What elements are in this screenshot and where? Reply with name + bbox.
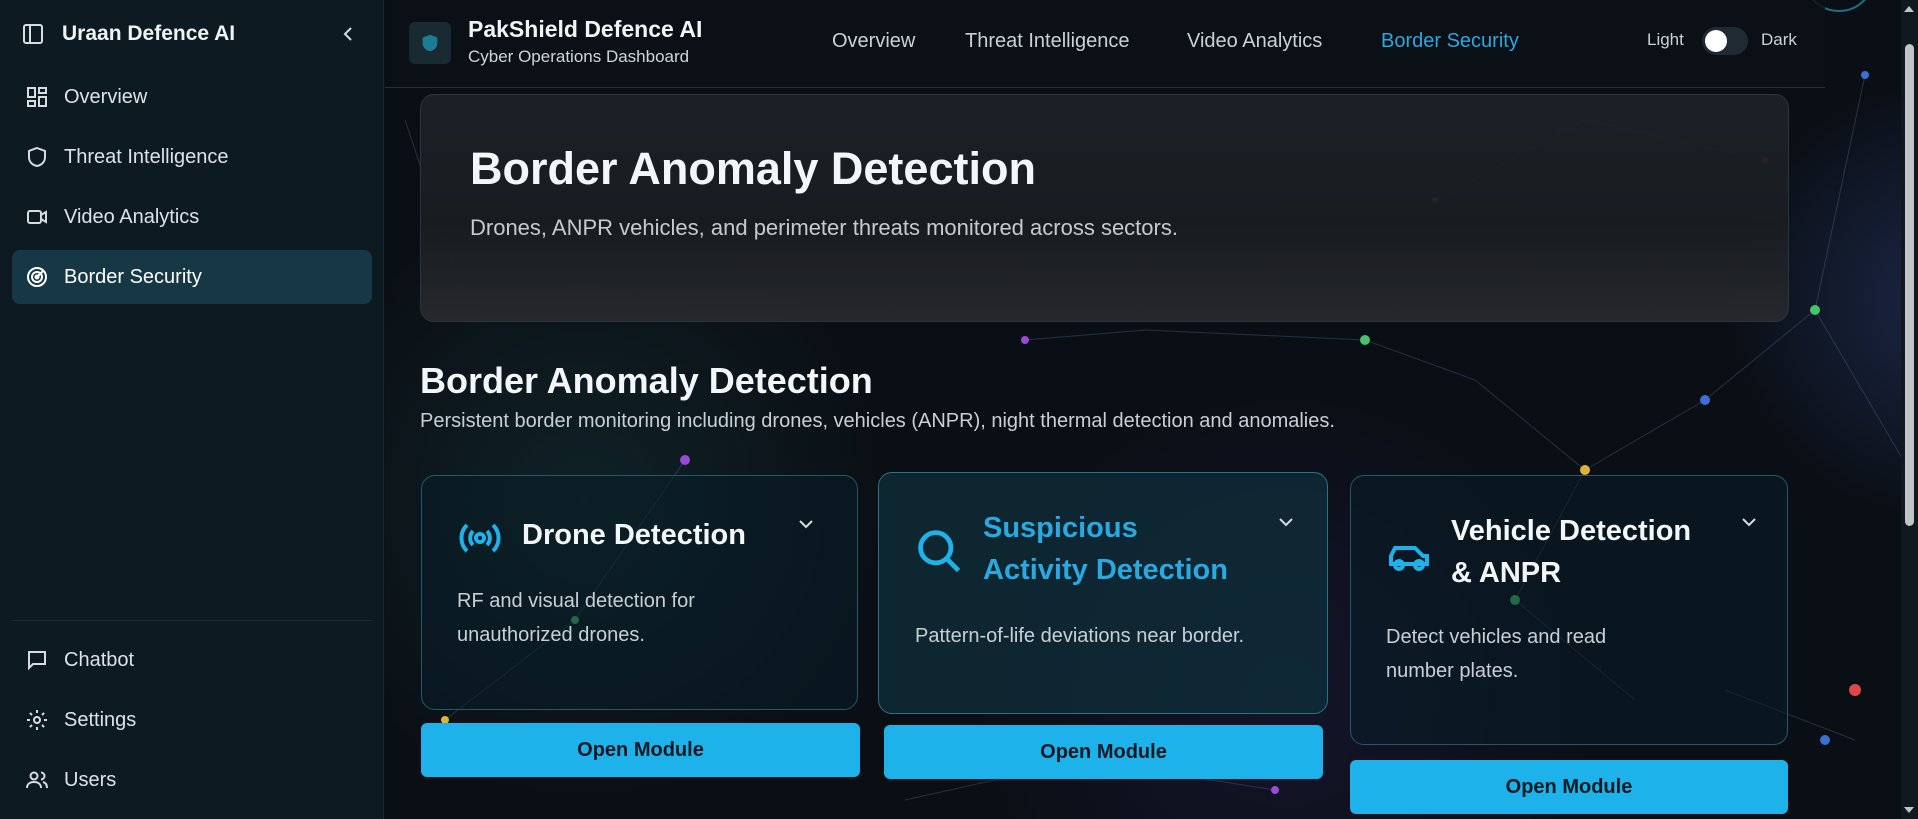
- card-title-line: Vehicle Detection: [1451, 515, 1692, 547]
- shield-icon: [24, 144, 50, 170]
- card-drone-detection[interactable]: Drone Detection RF and visual detection …: [421, 475, 858, 710]
- card-title: Suspicious Activity Detection: [983, 507, 1228, 591]
- scrollbar[interactable]: [1901, 0, 1918, 819]
- sidebar-item-overview[interactable]: Overview: [12, 70, 372, 124]
- card-title-line: Suspicious: [983, 512, 1138, 544]
- theme-light-label: Light: [1647, 30, 1684, 49]
- car-icon: [1385, 532, 1433, 585]
- card-description-line: unauthorized drones.: [457, 624, 645, 646]
- card-title-line: & ANPR: [1451, 557, 1562, 589]
- sidebar-item-users[interactable]: Users: [12, 753, 372, 807]
- card-vehicle-detection[interactable]: Vehicle Detection & ANPR Detect vehicles…: [1350, 475, 1788, 745]
- chat-icon: [24, 647, 50, 673]
- hero-subtitle: Drones, ANPR vehicles, and perimeter thr…: [470, 215, 1178, 240]
- open-module-button[interactable]: Open Module: [1350, 760, 1788, 814]
- collapse-chevron-icon[interactable]: [335, 21, 361, 47]
- card-description-line: RF and visual detection for: [457, 590, 695, 612]
- sidebar: Uraan Defence AI Overview Threat Intelli…: [0, 0, 384, 819]
- users-icon: [24, 767, 50, 793]
- scrollbar-thumb[interactable]: [1905, 44, 1914, 526]
- nav-threat-intelligence[interactable]: Threat Intelligence: [965, 30, 1130, 53]
- sidebar-item-border-security[interactable]: Border Security: [12, 250, 372, 304]
- top-header: PakShield Defence AI Cyber Operations Da…: [385, 0, 1825, 88]
- app-subtitle: Cyber Operations Dashboard: [468, 47, 690, 66]
- scroll-up-icon[interactable]: [1904, 6, 1914, 12]
- sidebar-item-threat-intelligence[interactable]: Threat Intelligence: [12, 130, 372, 184]
- chevron-down-icon[interactable]: [794, 512, 818, 536]
- section-subtitle: Persistent border monitoring including d…: [420, 410, 1335, 432]
- radar-icon: [24, 264, 50, 290]
- card-suspicious-activity[interactable]: Suspicious Activity Detection Pattern-of…: [878, 472, 1328, 714]
- sidebar-divider: [12, 620, 372, 621]
- chevron-down-icon[interactable]: [1274, 510, 1298, 534]
- gear-icon: [24, 707, 50, 733]
- card-title: Vehicle Detection & ANPR: [1451, 510, 1691, 594]
- card-title-line: Activity Detection: [983, 554, 1228, 586]
- card-description: Pattern-of-life deviations near border.: [915, 625, 1245, 647]
- sidebar-item-label: Users: [64, 768, 117, 791]
- sidebar-item-label: Video Analytics: [64, 205, 200, 228]
- sidebar-header: Uraan Defence AI: [0, 0, 383, 68]
- hero-title: Border Anomaly Detection: [470, 143, 1036, 194]
- sidebar-item-settings[interactable]: Settings: [12, 693, 372, 747]
- sidebar-item-label: Border Security: [64, 265, 202, 288]
- nav-video-analytics[interactable]: Video Analytics: [1187, 30, 1322, 53]
- nav-border-security[interactable]: Border Security: [1381, 30, 1519, 53]
- dashboard-icon: [24, 84, 50, 110]
- video-icon: [24, 204, 50, 230]
- chevron-down-icon[interactable]: [1737, 510, 1761, 534]
- card-description-line: Detect vehicles and read: [1386, 626, 1607, 648]
- logo: [409, 22, 451, 64]
- sidebar-item-label: Threat Intelligence: [64, 145, 229, 168]
- app-title: PakShield Defence AI: [468, 16, 703, 42]
- sidebar-item-label: Chatbot: [64, 648, 135, 671]
- title-block: PakShield Defence AI Cyber Operations Da…: [468, 16, 702, 67]
- sidebar-brand: Uraan Defence AI: [62, 22, 236, 45]
- sidebar-item-chatbot[interactable]: Chatbot: [12, 633, 372, 687]
- open-module-button[interactable]: Open Module: [884, 725, 1323, 779]
- broadcast-icon: [456, 514, 504, 567]
- card-title: Drone Detection: [522, 519, 746, 551]
- main-content: PakShield Defence AI Cyber Operations Da…: [385, 0, 1918, 819]
- sidebar-item-label: Settings: [64, 708, 137, 731]
- panel-icon[interactable]: [20, 21, 46, 47]
- section-title: Border Anomaly Detection: [420, 360, 873, 401]
- theme-toggle[interactable]: [1702, 27, 1748, 55]
- search-icon: [913, 525, 965, 582]
- toggle-knob: [1705, 30, 1727, 52]
- sidebar-item-label: Overview: [64, 85, 148, 108]
- scroll-down-icon[interactable]: [1904, 807, 1914, 813]
- card-description: Detect vehicles and read number plates.: [1386, 620, 1606, 688]
- hero-banner: Border Anomaly Detection Drones, ANPR ve…: [420, 94, 1789, 322]
- nav-overview[interactable]: Overview: [832, 30, 915, 53]
- open-module-button[interactable]: Open Module: [421, 723, 860, 777]
- theme-dark-label: Dark: [1761, 30, 1797, 49]
- card-description-line: number plates.: [1386, 660, 1519, 682]
- sidebar-item-video-analytics[interactable]: Video Analytics: [12, 190, 372, 244]
- card-description: RF and visual detection for unauthorized…: [457, 584, 695, 652]
